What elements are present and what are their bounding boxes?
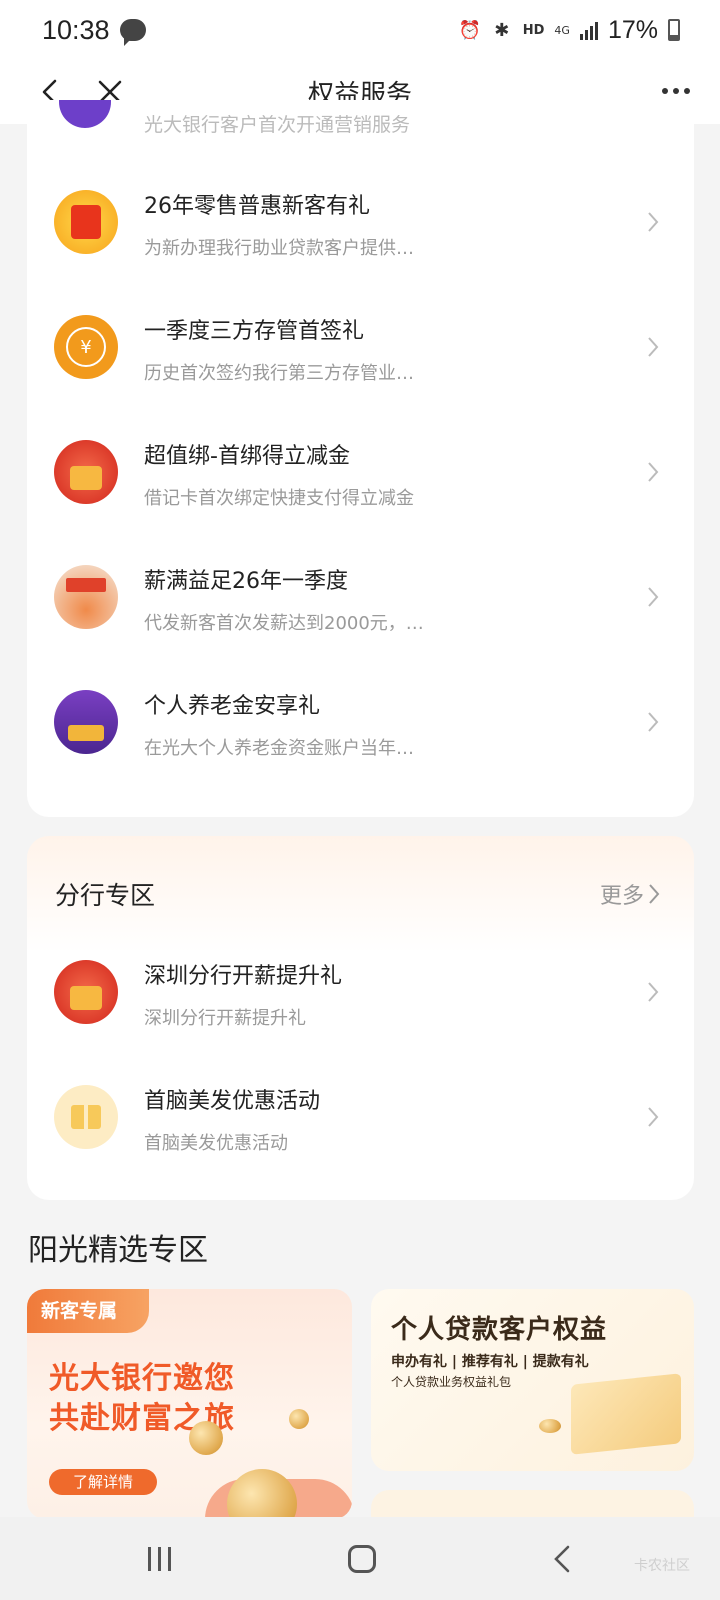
benefit-subtitle: 代发新客首次发薪达到2000元，… — [144, 613, 424, 634]
coin-icon — [227, 1469, 297, 1519]
branch-section-title: 分行专区 — [55, 881, 156, 910]
watermark: 卡农社区 — [634, 1558, 690, 1574]
loan-illustration — [571, 1373, 681, 1455]
gift-bag-icon — [54, 190, 118, 254]
benefit-subtitle: 借记卡首次绑定快捷支付得立减金 — [144, 488, 414, 509]
loan-promo-title: 个人贷款客户权益 — [391, 1315, 608, 1345]
benefit-subtitle: 历史首次签约我行第三方存管业… — [144, 363, 414, 384]
more-options-icon[interactable] — [662, 88, 690, 94]
chevron-right-icon — [648, 212, 659, 232]
branch-item-subtitle: 首脑美发优惠活动 — [144, 1133, 288, 1154]
branch-item-salon[interactable]: 首脑美发优惠活动 首脑美发优惠活动 — [27, 1053, 694, 1181]
chevron-right-icon — [648, 982, 659, 1002]
battery-level: 17% — [607, 15, 658, 44]
loan-promo-tags: 申办有礼 | 推荐有礼 | 提款有礼 — [391, 1354, 589, 1370]
chevron-right-icon — [649, 884, 660, 904]
sunshine-section-title: 阳光精选专区 — [28, 1233, 208, 1268]
benefit-item-binding[interactable]: 超值绑-首绑得立减金 借记卡首次绑定快捷支付得立减金 — [27, 408, 694, 536]
chat-notification-icon — [119, 19, 146, 46]
benefit-title: 超值绑-首绑得立减金 — [144, 444, 350, 469]
chevron-right-icon — [648, 337, 659, 357]
salary-promo-icon — [54, 565, 118, 629]
status-icons: ⏰ ✱ HD 4G 17% — [459, 16, 680, 45]
partial-item-subtitle: 光大银行客户首次开通营销服务 — [144, 114, 411, 136]
network-indicator: 4G — [554, 23, 570, 37]
coin-icon — [539, 1419, 561, 1433]
treasure-box-icon — [54, 960, 118, 1024]
signal-icon — [579, 20, 598, 40]
chevron-right-icon — [648, 462, 659, 482]
gift-icon — [54, 1085, 118, 1149]
loan-promo-subtitle: 个人贷款业务权益礼包 — [391, 1375, 512, 1389]
more-label: 更多 — [599, 884, 644, 909]
status-time: 10:38 — [42, 14, 110, 45]
status-bar: 10:38 ⏰ ✱ HD 4G 17% — [0, 0, 720, 60]
chevron-right-icon — [648, 1107, 659, 1127]
branch-item-title: 深圳分行开薪提升礼 — [144, 964, 343, 989]
benefit-item-salary[interactable]: 薪满益足26年一季度 代发新客首次发薪达到2000元，… — [27, 533, 694, 661]
benefit-item-pension[interactable]: 个人养老金安享礼 在光大个人养老金资金账户当年… — [27, 658, 694, 786]
benefit-item-retail[interactable]: 26年零售普惠新客有礼 为新办理我行助业贷款客户提供… — [27, 158, 694, 286]
coin-icon — [189, 1421, 223, 1455]
pension-promo-icon — [54, 690, 118, 754]
benefit-subtitle: 在光大个人养老金资金账户当年… — [144, 738, 414, 759]
promo-headline-line1: 光大银行邀您 — [49, 1361, 235, 1396]
loan-benefits-promo-card[interactable]: 个人贷款客户权益 申办有礼 | 推荐有礼 | 提款有礼 个人贷款业务权益礼包 — [371, 1289, 694, 1471]
system-back-icon[interactable] — [552, 1545, 572, 1573]
branch-zone-card: 分行专区 更多 深圳分行开薪提升礼 深圳分行开薪提升礼 首脑美发优惠活动 首脑美… — [27, 836, 694, 1200]
benefits-card: 光大银行客户首次开通营销服务 26年零售普惠新客有礼 为新办理我行助业贷款客户提… — [27, 100, 694, 817]
treasure-box-icon — [54, 440, 118, 504]
chevron-right-icon — [648, 587, 659, 607]
benefit-title: 26年零售普惠新客有礼 — [144, 194, 370, 219]
system-navigation-bar: 卡农社区 — [0, 1517, 720, 1600]
branch-item-title: 首脑美发优惠活动 — [144, 1089, 321, 1114]
benefit-item-custody[interactable]: ¥ 一季度三方存管首签礼 历史首次签约我行第三方存管业… — [27, 283, 694, 411]
new-customer-promo-card[interactable]: 新客专属 光大银行邀您 共赴财富之旅 了解详情 — [27, 1289, 352, 1519]
coin-icon — [289, 1409, 309, 1429]
battery-icon — [668, 19, 680, 41]
benefit-title: 薪满益足26年一季度 — [144, 569, 348, 594]
learn-more-button[interactable]: 了解详情 — [49, 1469, 158, 1495]
branch-item-shenzhen[interactable]: 深圳分行开薪提升礼 深圳分行开薪提升礼 — [27, 928, 694, 1056]
hd-indicator: HD — [522, 22, 545, 38]
branch-more-link[interactable]: 更多 — [600, 878, 660, 910]
branch-item-subtitle: 深圳分行开薪提升礼 — [144, 1008, 306, 1029]
recent-apps-icon[interactable] — [148, 1547, 171, 1571]
promo-tag: 新客专属 — [27, 1289, 150, 1333]
partial-item-icon — [59, 100, 111, 128]
home-icon[interactable] — [348, 1545, 376, 1573]
benefit-subtitle: 为新办理我行助业贷款客户提供… — [144, 238, 414, 259]
alarm-icon: ⏰ — [458, 19, 481, 41]
bluetooth-icon: ✱ — [494, 19, 510, 41]
benefit-title: 一季度三方存管首签礼 — [144, 319, 365, 344]
benefit-title: 个人养老金安享礼 — [144, 694, 321, 719]
chevron-right-icon — [648, 712, 659, 732]
yuan-coin-icon: ¥ — [54, 315, 118, 379]
